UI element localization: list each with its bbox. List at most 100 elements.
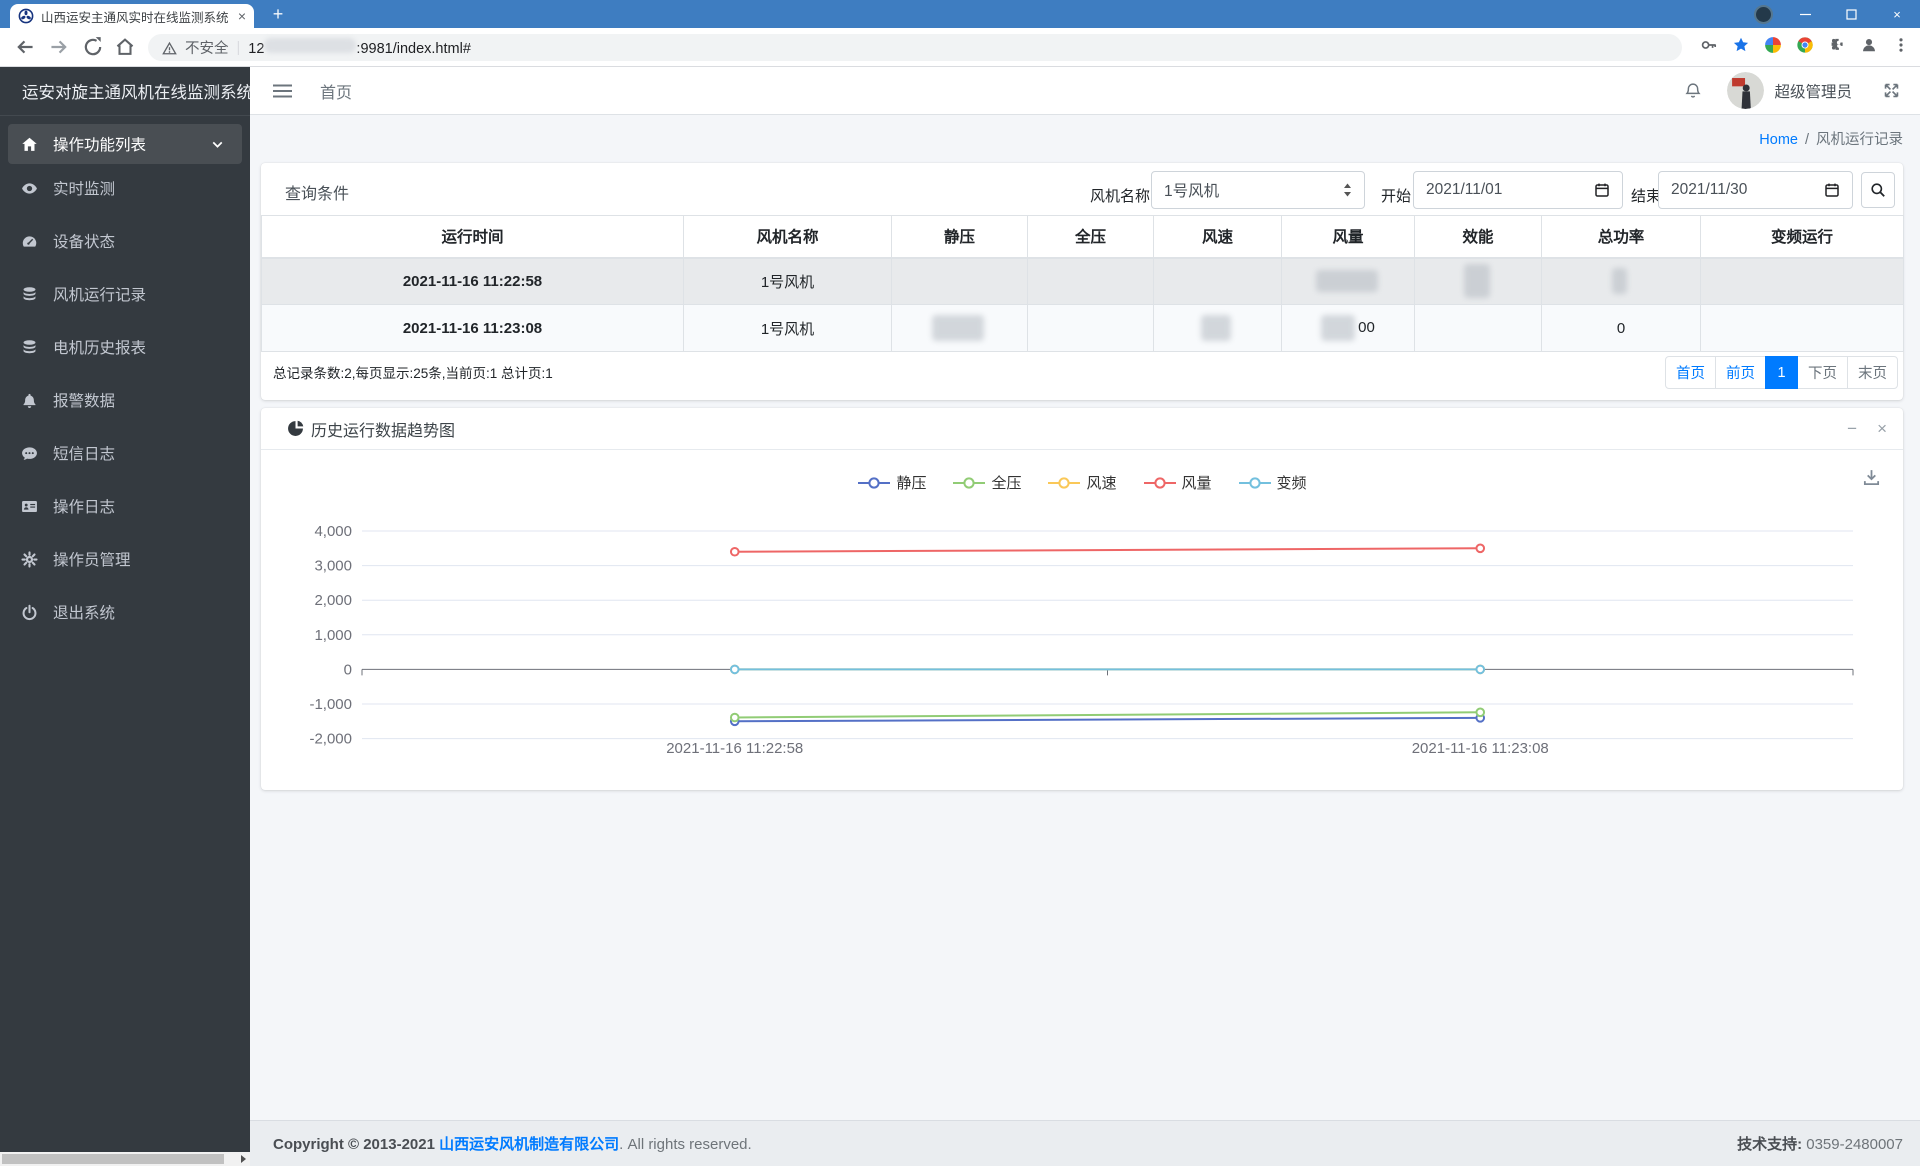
sidebar-item-报警数据[interactable]: 报警数据 bbox=[8, 380, 242, 420]
brand[interactable]: 运安对旋主通风机在线监测系统 bbox=[0, 67, 250, 116]
browser-tab[interactable]: 山西运安主通风实时在线监测系统 × bbox=[10, 4, 254, 28]
sidebar-item-短信日志[interactable]: 短信日志 bbox=[8, 433, 242, 473]
new-tab-button[interactable]: + bbox=[266, 2, 290, 26]
topnav-home-link[interactable]: 首页 bbox=[320, 79, 352, 103]
extensions-puzzle-icon[interactable] bbox=[1828, 36, 1846, 54]
url-bar[interactable]: 不安全 | 12:9981/index.html# bbox=[148, 34, 1682, 61]
breadcrumb-separator: / bbox=[1804, 132, 1809, 148]
sidebar-item-label: 风机运行记录 bbox=[53, 287, 147, 304]
sidebar-item-label: 实时监测 bbox=[53, 181, 116, 198]
pagination: 首页 前页 1 下页 末页 bbox=[1665, 356, 1898, 389]
tab-title: 山西运安主通风实时在线监测系统 bbox=[41, 10, 229, 25]
table-cell bbox=[1541, 257, 1701, 305]
menu-dots-icon[interactable] bbox=[1892, 36, 1910, 54]
column-header: 风量 bbox=[1281, 215, 1415, 259]
forward-icon[interactable] bbox=[48, 36, 70, 58]
pagination-summary: 总记录条数:2,每页显示:25条,当前页:1 总计页:1 bbox=[273, 366, 553, 381]
hamburger-menu-icon[interactable] bbox=[273, 83, 292, 99]
bookmark-star-icon[interactable] bbox=[1732, 36, 1750, 54]
security-label[interactable]: 不安全 bbox=[185, 37, 229, 58]
sidebar-item-label: 退出系统 bbox=[53, 605, 116, 622]
svg-text:0: 0 bbox=[344, 661, 352, 678]
start-date-value: 2021/11/01 bbox=[1426, 181, 1503, 198]
breadcrumb-home-link[interactable]: Home bbox=[1759, 132, 1798, 148]
gear-icon bbox=[21, 550, 41, 568]
trend-chart[interactable]: -2,000 -1,000 0 1,000 2,000 3,000 4,000 2021-11… bbox=[261, 450, 1903, 790]
scrollbar-thumb[interactable] bbox=[2, 1154, 224, 1164]
window-maximize-button[interactable] bbox=[1828, 0, 1874, 28]
sidebar-item-设备状态[interactable]: 设备状态 bbox=[8, 221, 242, 261]
fullscreen-expand-icon[interactable] bbox=[1882, 81, 1901, 100]
table-cell bbox=[1027, 304, 1154, 352]
fan-select[interactable]: 1号风机 bbox=[1151, 171, 1365, 209]
panel-minimize-icon[interactable]: − bbox=[1847, 419, 1857, 439]
page-button-下页[interactable]: 下页 bbox=[1797, 356, 1848, 389]
sidebar-item-风机运行记录[interactable]: 风机运行记录 bbox=[8, 274, 242, 314]
sidebar-item-操作员管理[interactable]: 操作员管理 bbox=[8, 539, 242, 579]
end-date-label: 结束 bbox=[1631, 188, 1662, 205]
brand-title: 运安对旋主通风机在线监测系统 bbox=[22, 84, 250, 102]
sidebar-item-退出系统[interactable]: 退出系统 bbox=[8, 592, 242, 632]
fan-select-value: 1号风机 bbox=[1164, 183, 1220, 200]
back-icon[interactable] bbox=[14, 36, 36, 58]
search-button[interactable] bbox=[1861, 172, 1895, 208]
svg-text:3,000: 3,000 bbox=[314, 558, 352, 575]
redacted-value bbox=[1612, 268, 1627, 295]
notifications-bell-icon[interactable] bbox=[1684, 81, 1702, 100]
browser-extensions bbox=[1700, 36, 1910, 54]
column-header: 静压 bbox=[891, 215, 1028, 259]
scrollbar-right-arrow[interactable] bbox=[236, 1152, 250, 1166]
panel-close-icon[interactable]: × bbox=[1877, 419, 1887, 439]
table-cell: 1号风机 bbox=[683, 257, 892, 305]
table-cell bbox=[1153, 304, 1282, 352]
profile-badge-icon[interactable] bbox=[1754, 5, 1773, 24]
tab-close-icon[interactable]: × bbox=[238, 9, 246, 23]
bell-icon bbox=[21, 392, 41, 409]
home-icon[interactable] bbox=[114, 36, 136, 58]
sidebar-item-操作日志[interactable]: 操作日志 bbox=[8, 486, 242, 526]
sidebar-item-label: 操作员管理 bbox=[53, 552, 131, 569]
sidebar-item-电机历史报表[interactable]: 电机历史报表 bbox=[8, 327, 242, 367]
records-card: 查询条件 风机名称 1号风机 开始 2021/11/01 结束 2021/11/… bbox=[261, 163, 1904, 400]
key-icon[interactable] bbox=[1700, 36, 1718, 54]
svg-text:2021-11-16 11:22:58: 2021-11-16 11:22:58 bbox=[666, 740, 803, 757]
warning-icon bbox=[162, 41, 177, 55]
trend-chart-card: 历史运行数据趋势图 − × 静压 全压 风速 风量 变频 -2,000 -1,000 0 1,… bbox=[261, 408, 1903, 790]
profile-icon[interactable] bbox=[1860, 36, 1878, 54]
column-header: 全压 bbox=[1027, 215, 1154, 259]
page-button-1[interactable]: 1 bbox=[1765, 356, 1798, 389]
end-date-input[interactable]: 2021/11/30 bbox=[1658, 171, 1853, 209]
svg-text:-1,000: -1,000 bbox=[309, 696, 352, 713]
browser-tabbar: 山西运安主通风实时在线监测系统 × + × bbox=[0, 0, 1920, 28]
pinwheel-extension-icon[interactable] bbox=[1764, 36, 1782, 54]
page-button-末页[interactable]: 末页 bbox=[1847, 356, 1898, 389]
start-date-label: 开始 bbox=[1381, 188, 1412, 205]
copyright-text: Copyright © 2013-2021 bbox=[273, 1136, 440, 1153]
table-cell bbox=[1700, 304, 1904, 352]
redacted-value bbox=[1463, 264, 1490, 299]
page-button-前页[interactable]: 前页 bbox=[1715, 356, 1766, 389]
window-close-button[interactable]: × bbox=[1874, 0, 1920, 28]
username-label[interactable]: 超级管理员 bbox=[1774, 80, 1852, 102]
idcard-icon bbox=[21, 498, 41, 515]
sidebar-item-实时监测[interactable]: 实时监测 bbox=[8, 168, 242, 208]
breadcrumb-current: 风机运行记录 bbox=[1816, 132, 1903, 148]
window-minimize-button[interactable] bbox=[1782, 0, 1828, 28]
page-button-首页[interactable]: 首页 bbox=[1665, 356, 1716, 389]
browser-addressbar: 不安全 | 12:9981/index.html# bbox=[0, 28, 1920, 67]
calendar-icon[interactable] bbox=[1594, 182, 1610, 198]
company-link[interactable]: 山西运安风机制造有限公司 bbox=[439, 1136, 619, 1153]
reload-icon[interactable] bbox=[82, 36, 104, 58]
chrome-colors-icon[interactable] bbox=[1796, 36, 1814, 54]
table-cell bbox=[1700, 257, 1904, 305]
sidebar-hscrollbar[interactable] bbox=[0, 1152, 250, 1166]
calendar-icon[interactable] bbox=[1824, 182, 1840, 198]
table-row: 2021-11-16 11:23:08 1号风机 00 0 bbox=[261, 304, 1904, 352]
chevron-down-icon bbox=[209, 136, 229, 153]
start-date-input[interactable]: 2021/11/01 bbox=[1413, 171, 1623, 209]
gauge-icon bbox=[21, 233, 41, 250]
user-avatar[interactable] bbox=[1727, 72, 1765, 109]
url-redacted-segment bbox=[264, 38, 357, 53]
table-body: 2021-11-16 11:22:58 1号风机 2021-11-16 11:23:… bbox=[261, 257, 1904, 352]
sidebar-item-function-list[interactable]: 操作功能列表 bbox=[8, 124, 242, 164]
